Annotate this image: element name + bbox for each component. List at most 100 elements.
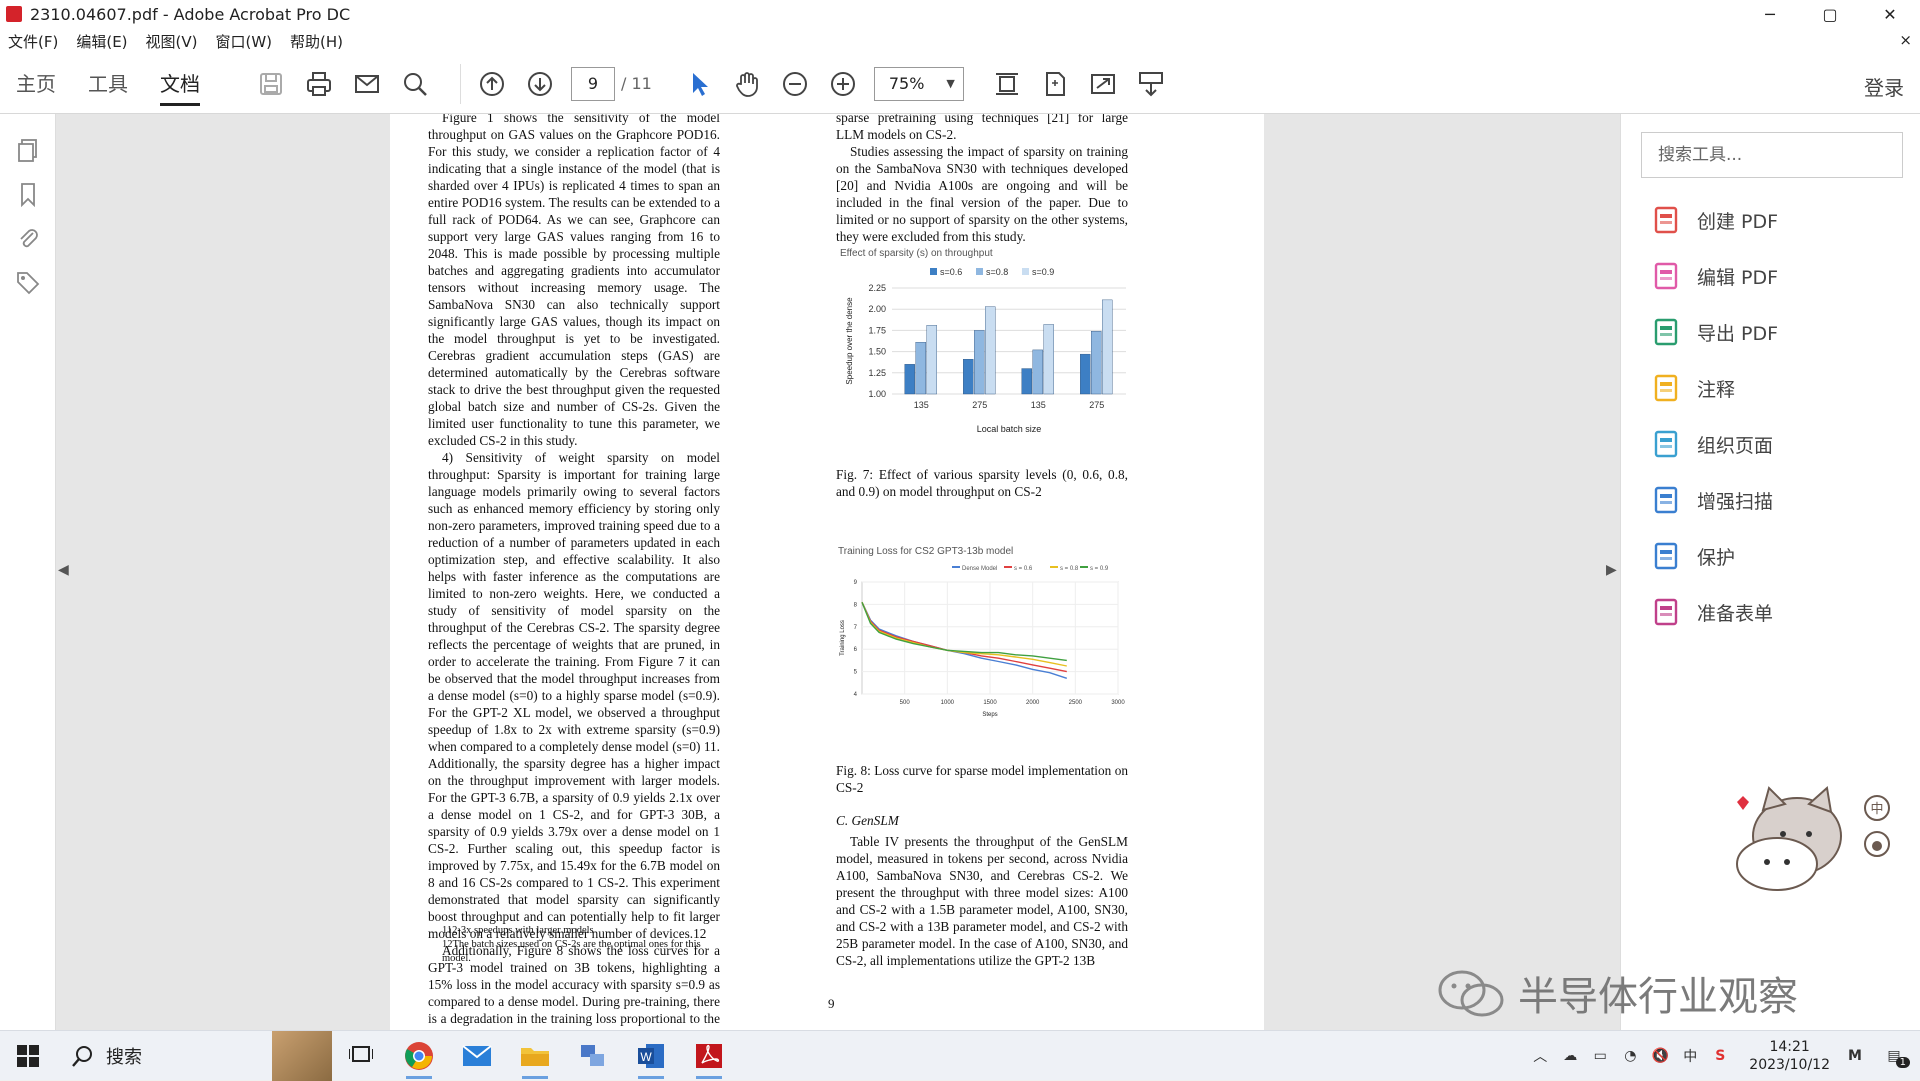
tab-tools[interactable]: 工具 (88, 54, 128, 114)
page-thumbnails-icon[interactable] (0, 128, 56, 172)
right-column-top: sparse pretraining using techniques [21]… (836, 114, 1128, 245)
x-axis-label: Local batch size (977, 424, 1042, 434)
task-view-icon[interactable] (332, 1031, 390, 1081)
scroll-mode-icon[interactable] (990, 67, 1024, 101)
legend-label: s=0.8 (986, 267, 1008, 277)
bar (1091, 331, 1102, 395)
collapse-right-panel-icon[interactable]: ▶ (1606, 562, 1617, 578)
export-pdf-icon (1654, 318, 1678, 346)
bar (1043, 324, 1054, 395)
battery-icon[interactable]: ▭ (1587, 1048, 1613, 1064)
tool-comment[interactable]: 注释 (1651, 368, 1735, 408)
menu-view[interactable]: 视图(V) (146, 31, 198, 52)
maximize-button[interactable]: ▢ (1800, 0, 1860, 28)
tool-organize-pages[interactable]: 组织页面 (1651, 424, 1773, 464)
title-bar: 2310.04607.pdf - Adobe Acrobat Pro DC ─ … (0, 0, 1920, 28)
save-icon[interactable] (254, 67, 288, 101)
x-tick-label: 275 (972, 400, 987, 410)
ime-indicator[interactable]: 中 (1677, 1046, 1703, 1066)
app-tray-icon[interactable]: M (1842, 1048, 1868, 1064)
window-title: 2310.04607.pdf - Adobe Acrobat Pro DC (30, 4, 351, 24)
paragraph: Studies assessing the impact of sparsity… (836, 144, 1128, 244)
document-viewport[interactable]: Figure 1 shows the sensitivity of the mo… (56, 114, 1620, 1030)
select-cursor-icon[interactable] (682, 67, 716, 101)
tag-icon[interactable] (0, 260, 56, 304)
legend-label: Dense Model (962, 566, 997, 572)
chevron-up-icon[interactable]: ︿ (1527, 1046, 1553, 1066)
legend-label: s = 0.8 (1060, 566, 1079, 572)
attachment-icon[interactable] (0, 216, 56, 260)
y-tick-label: 1.75 (868, 325, 886, 335)
word-icon[interactable]: W (622, 1031, 680, 1081)
email-icon[interactable] (350, 67, 384, 101)
search-icon (72, 1045, 92, 1067)
zoom-in-icon[interactable] (826, 67, 860, 101)
tool-label: 准备表单 (1697, 602, 1774, 625)
bar (1102, 299, 1113, 395)
x-tick-label: 1500 (983, 700, 997, 706)
tool-label: 注释 (1697, 378, 1736, 401)
series-line (861, 601, 1068, 679)
sign-in-link[interactable]: 登录 (1864, 72, 1904, 101)
notification-icon[interactable]: ▤ 1 (1872, 1048, 1916, 1068)
previous-page-icon[interactable] (475, 67, 509, 101)
chart-title: Effect of sparsity (s) on throughput (840, 248, 993, 259)
menu-help[interactable]: 帮助(H) (290, 31, 343, 52)
menu-file[interactable]: 文件(F) (8, 31, 58, 52)
bar (1021, 368, 1032, 395)
tab-home[interactable]: 主页 (16, 54, 56, 114)
full-screen-icon[interactable] (1086, 67, 1120, 101)
next-page-icon[interactable] (523, 67, 557, 101)
tool-protect[interactable]: 保护 (1651, 536, 1735, 576)
menu-edit[interactable]: 编辑(E) (76, 31, 127, 52)
volume-icon[interactable]: 🔇 (1647, 1048, 1673, 1064)
tool-prepare-form[interactable]: 准备表单 (1651, 592, 1773, 632)
x-tick-label: 135 (914, 400, 929, 410)
zoom-select[interactable]: 75% ▼ (873, 66, 964, 101)
tool-create-pdf[interactable]: 创建 PDF (1651, 200, 1778, 240)
close-button[interactable]: ✕ (1860, 0, 1920, 28)
zoom-out-icon[interactable] (778, 67, 812, 101)
file-explorer-icon[interactable] (506, 1031, 564, 1081)
acrobat-icon (6, 6, 22, 22)
sogou-icon[interactable]: S (1707, 1048, 1733, 1064)
clock-time: 14:21 (1769, 1039, 1810, 1055)
minimize-button[interactable]: ─ (1740, 0, 1800, 28)
search-icon[interactable] (398, 67, 432, 101)
search-highlight-image (272, 1030, 332, 1081)
sparsity-bar-chart: Effect of sparsity (s) on throughput s=0.… (840, 248, 1126, 434)
tool-label: 增强扫描 (1697, 490, 1774, 513)
bar (974, 330, 985, 395)
system-clock[interactable]: 14:21 2023/10/12 (1749, 1038, 1830, 1074)
print-icon[interactable] (302, 67, 336, 101)
y-tick-label: 6 (854, 647, 858, 653)
bookmark-icon[interactable] (0, 172, 56, 216)
mail-icon[interactable] (448, 1031, 506, 1081)
tab-document[interactable]: 文档 (160, 54, 200, 114)
fit-page-icon[interactable] (1038, 67, 1072, 101)
windows-start-icon[interactable] (0, 1031, 56, 1081)
onedrive-icon[interactable]: ☁ (1557, 1048, 1583, 1064)
page-number-input[interactable]: 9 (571, 66, 615, 101)
menu-window[interactable]: 窗口(W) (216, 31, 273, 52)
read-mode-icon[interactable] (1134, 67, 1168, 101)
x-tick-label: 3000 (1111, 700, 1125, 706)
tool-enhance-scan[interactable]: 增强扫描 (1651, 480, 1773, 520)
enhance-scan-icon (1654, 486, 1678, 514)
legend-label: s = 0.9 (1090, 566, 1109, 572)
paragraph: 4) Sensitivity of weight sparsity on mod… (428, 450, 720, 941)
tool-edit-pdf[interactable]: 编辑 PDF (1651, 256, 1778, 296)
taskbar: 搜索 W ︿ ☁ ▭ ◔ 🔇 中 S 14:21 2023/10/12 M ▤ … (0, 1030, 1920, 1081)
zoom-value: 75% (888, 74, 925, 93)
search-tools-input[interactable]: 搜索工具... (1641, 132, 1903, 178)
wifi-icon[interactable]: ◔ (1617, 1048, 1643, 1064)
close-document-button[interactable]: × (1899, 31, 1912, 49)
page-number: 9 (828, 996, 835, 1011)
taskbar-search-label: 搜索 (106, 1046, 142, 1068)
network-app-icon[interactable] (564, 1031, 622, 1081)
chrome-icon[interactable] (390, 1031, 448, 1081)
hand-tool-icon[interactable] (730, 67, 764, 101)
acrobat-taskbar-icon[interactable] (680, 1031, 738, 1081)
tool-export-pdf[interactable]: 导出 PDF (1651, 312, 1778, 352)
collapse-left-panel-icon[interactable]: ◀ (58, 562, 69, 578)
